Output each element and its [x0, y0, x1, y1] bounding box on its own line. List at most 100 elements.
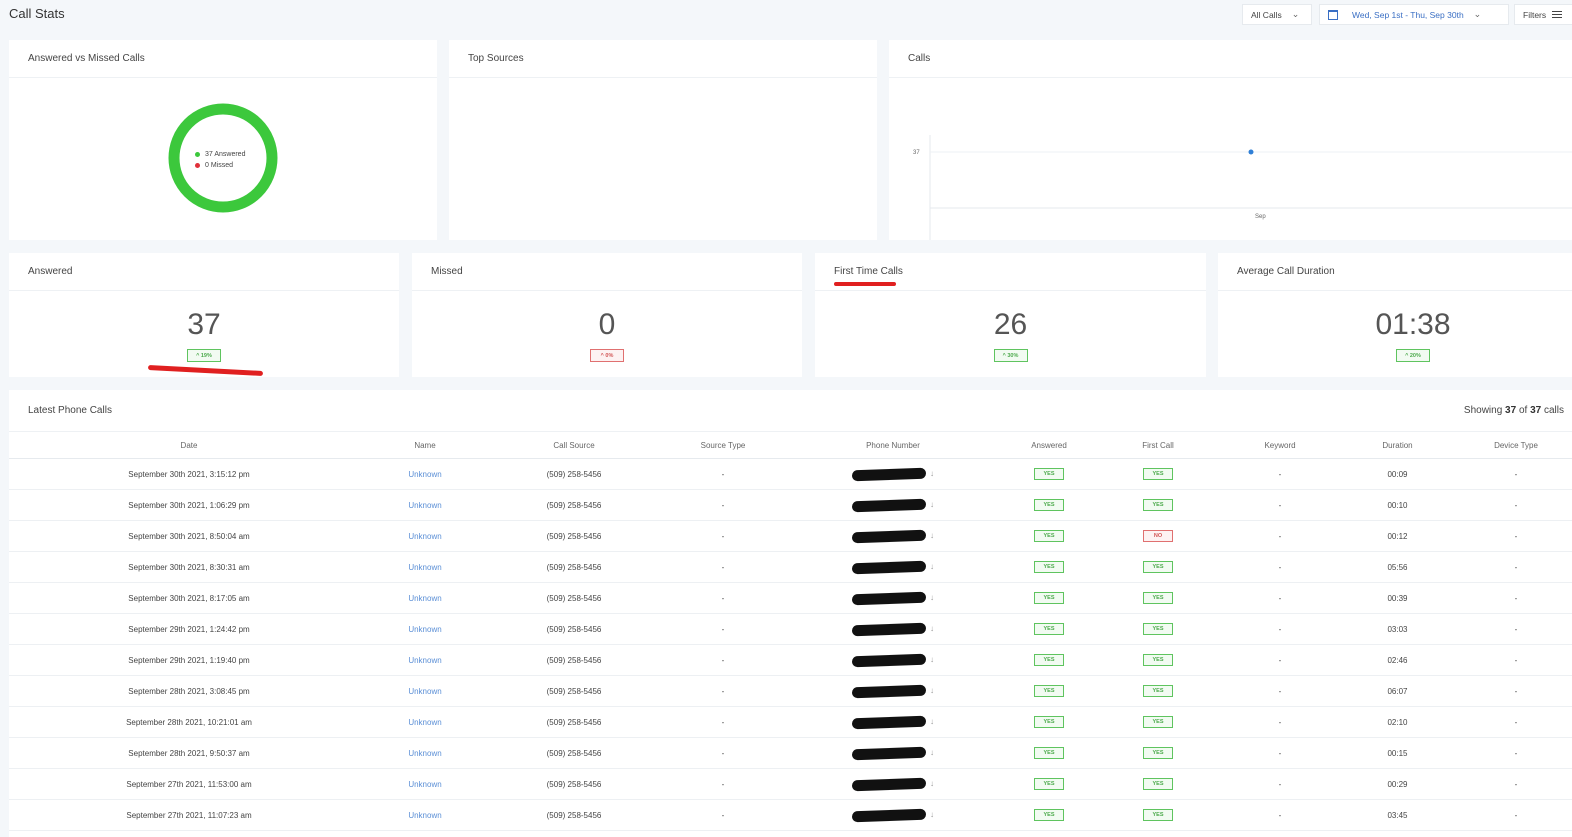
table-row[interactable]: September 30th 2021, 8:50:04 am Unknown (5… [9, 520, 1572, 552]
table-row[interactable]: September 27th 2021, 11:53:00 am Unknown(… [9, 768, 1572, 800]
answered-cell: YES [1007, 737, 1091, 769]
caller-name-link[interactable]: Unknown [369, 675, 481, 707]
call-source-cell: (509) 258-5456 [481, 613, 667, 645]
caller-name-link[interactable]: Unknown [369, 582, 481, 614]
arrow-down-icon[interactable]: ↓ [930, 810, 934, 819]
table-row[interactable]: September 28th 2021, 3:08:45 pm Unknown (5… [9, 675, 1572, 707]
first-call-badge: NO [1143, 530, 1173, 542]
arrow-down-icon[interactable]: ↓ [930, 748, 934, 757]
device-type-cell: - [1460, 675, 1572, 707]
date-range-picker[interactable]: Wed, Sep 1st - Thu, Sep 30th ⌄ [1319, 4, 1509, 25]
source-type-cell: - [667, 706, 779, 738]
caller-name-link[interactable]: Unknown [369, 458, 481, 490]
answered-cell: YES [1007, 551, 1091, 583]
answered-badge: YES [1034, 778, 1064, 790]
column-header-keyword[interactable]: Keyword [1225, 432, 1335, 459]
arrow-down-icon[interactable]: ↓ [930, 686, 934, 695]
table-row[interactable]: September 29th 2021, 1:24:42 pm Unknown (5… [9, 613, 1572, 645]
date-cell: September 30th 2021, 8:50:04 am [9, 520, 369, 552]
keyword-cell: - [1225, 768, 1335, 800]
call-source-cell: (509) 258-5456 [481, 551, 667, 583]
table-row[interactable]: September 28th 2021, 9:50:37 am Unknown (5… [9, 737, 1572, 769]
column-header-source-type[interactable]: Source Type [667, 432, 779, 459]
answered-cell: YES [1007, 520, 1091, 552]
legend-label: 0 Missed [205, 162, 234, 169]
duration-cell: 06:07 [1335, 675, 1460, 707]
arrow-down-icon[interactable]: ↓ [930, 593, 934, 602]
column-header-name[interactable]: Name [369, 432, 481, 459]
column-header-phone-number[interactable]: Phone Number [779, 432, 1007, 459]
arrow-down-icon[interactable]: ↓ [930, 655, 934, 664]
call-source-cell: (509) 258-5456 [481, 706, 667, 738]
data-point[interactable] [1248, 149, 1254, 155]
call-source-cell: (509) 258-5456 [481, 737, 667, 769]
source-type-cell: - [667, 613, 779, 645]
date-cell: September 29th 2021, 1:19:40 pm [9, 644, 369, 676]
answered-cell: YES [1007, 458, 1091, 490]
source-type-cell: - [667, 489, 779, 521]
stat-value: 26 [993, 308, 1028, 341]
column-header-call-source[interactable]: Call Source [481, 432, 667, 459]
redaction-mark [851, 560, 927, 574]
arrow-down-icon[interactable]: ↓ [930, 624, 934, 633]
arrow-down-icon[interactable]: ↓ [930, 717, 934, 726]
caller-name-link[interactable]: Unknown [369, 551, 481, 583]
table-row[interactable]: September 30th 2021, 8:30:31 am Unknown (5… [9, 551, 1572, 583]
arrow-down-icon[interactable]: ↓ [930, 562, 934, 571]
answered-cell: YES [1007, 644, 1091, 676]
arrow-down-icon[interactable]: ↓ [930, 500, 934, 509]
caller-name-link[interactable]: Unknown [369, 737, 481, 769]
source-type-cell: - [667, 458, 779, 490]
table-row[interactable]: September 29th 2021, 1:19:40 pm Unknown (5… [9, 644, 1572, 676]
column-header-first-call[interactable]: First Call [1091, 432, 1225, 459]
caller-name-link[interactable]: Unknown [369, 768, 481, 800]
device-type-cell: - [1460, 613, 1572, 645]
device-type-cell: - [1460, 489, 1572, 521]
redaction-mark [851, 467, 927, 481]
card-title: Calls [889, 40, 1572, 78]
date-cell: September 30th 2021, 1:06:29 pm [9, 489, 369, 521]
table-row[interactable]: September 28th 2021, 10:21:01 am Unknown(… [9, 706, 1572, 738]
phone-number-cell: ↓ [779, 582, 1007, 614]
caller-name-link[interactable]: Unknown [369, 644, 481, 676]
caller-name-link[interactable]: Unknown [369, 520, 481, 552]
phone-number-cell: ↓ [779, 520, 1007, 552]
column-header-answered[interactable]: Answered [1007, 432, 1091, 459]
column-header-device-type[interactable]: Device Type [1460, 432, 1572, 459]
arrow-down-icon[interactable]: ↓ [930, 779, 934, 788]
phone-number-cell: ↓ [779, 737, 1007, 769]
legend-item-answered: 37 Answered [195, 149, 245, 160]
first-call-cell: YES [1091, 768, 1225, 800]
calendar-icon [1328, 9, 1338, 20]
first-call-cell: YES [1091, 737, 1225, 769]
device-type-cell: - [1460, 582, 1572, 614]
caller-name-link[interactable]: Unknown [369, 489, 481, 521]
page-title: Call Stats [9, 6, 65, 21]
donut-legend: 37 Answered 0 Missed [195, 149, 245, 171]
caller-name-link[interactable]: Unknown [369, 799, 481, 831]
arrow-down-icon[interactable]: ↓ [930, 469, 934, 478]
date-cell: September 28th 2021, 3:08:45 pm [9, 675, 369, 707]
answered-cell: YES [1007, 582, 1091, 614]
date-range-label: Wed, Sep 1st - Thu, Sep 30th [1352, 9, 1464, 20]
column-header-duration[interactable]: Duration [1335, 432, 1460, 459]
keyword-cell: - [1225, 458, 1335, 490]
arrow-down-icon[interactable]: ↓ [930, 531, 934, 540]
caller-name-link[interactable]: Unknown [369, 613, 481, 645]
call-source-cell: (509) 258-5456 [481, 489, 667, 521]
showing-suffix: calls [1543, 405, 1564, 416]
column-header-date[interactable]: Date [9, 432, 369, 459]
keyword-cell: - [1225, 582, 1335, 614]
table-row[interactable]: September 27th 2021, 11:07:23 am Unknown(… [9, 799, 1572, 831]
filters-button[interactable]: Filters [1514, 4, 1572, 25]
keyword-cell: - [1225, 520, 1335, 552]
stat-card-average-call-duration: Average Call Duration 01:38 ^ 20% [1218, 253, 1572, 377]
device-type-cell: - [1460, 458, 1572, 490]
table-row[interactable]: September 30th 2021, 1:06:29 pm Unknown (5… [9, 489, 1572, 521]
table-row[interactable]: September 30th 2021, 8:17:05 am Unknown (5… [9, 582, 1572, 614]
first-call-badge: YES [1143, 468, 1173, 480]
table-row[interactable]: September 30th 2021, 3:15:12 pm Unknown (5… [9, 458, 1572, 490]
all-calls-dropdown[interactable]: All Calls ⌄ [1242, 4, 1312, 25]
caller-name-link[interactable]: Unknown [369, 706, 481, 738]
call-source-cell: (509) 258-5456 [481, 799, 667, 831]
